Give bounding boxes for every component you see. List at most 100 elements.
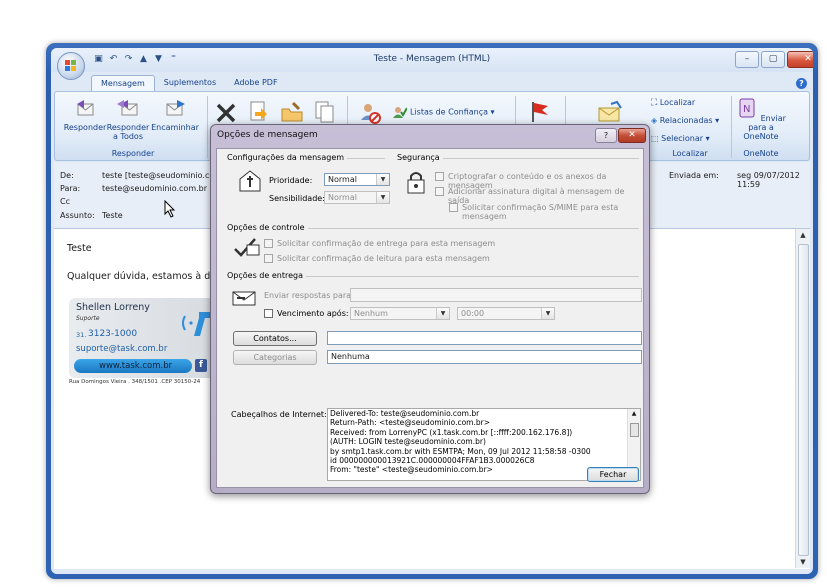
priority-value: Normal bbox=[328, 175, 357, 184]
window-controls: – ▢ ✕ bbox=[735, 51, 813, 68]
contacts-input[interactable] bbox=[327, 331, 642, 345]
create-rule-icon[interactable] bbox=[280, 100, 304, 124]
ribbon-separator bbox=[731, 96, 732, 158]
sent-label: Enviada em: bbox=[669, 171, 719, 180]
expires-date-value: Nenhum bbox=[354, 309, 388, 318]
select-button[interactable]: ⬚ Selecionar ▾ bbox=[651, 134, 710, 143]
up-arrow-icon[interactable]: ▲ bbox=[138, 54, 149, 65]
find-button[interactable]: ⛶ Localizar bbox=[651, 98, 695, 108]
signature-phone: 3123-1000 bbox=[88, 329, 138, 339]
categories-input[interactable]: Nenhuma bbox=[327, 350, 642, 364]
respond-group-label: Responder bbox=[111, 149, 155, 158]
related-icon: ◈ bbox=[651, 116, 658, 125]
reply-all-label: Responder a Todos bbox=[106, 123, 150, 141]
priority-label: Prioridade: bbox=[269, 176, 313, 185]
move-to-folder-icon[interactable] bbox=[247, 100, 269, 124]
read-receipt-label: Solicitar confirmação de leitura para es… bbox=[277, 254, 490, 263]
expires-checkbox[interactable] bbox=[264, 309, 273, 318]
smime-checkbox[interactable] bbox=[449, 203, 458, 212]
find-group-label: Localizar bbox=[672, 149, 708, 158]
scroll-down-icon[interactable]: ▼ bbox=[796, 556, 810, 568]
related-button[interactable]: ◈ Relacionadas ▾ bbox=[651, 116, 719, 125]
categories-button[interactable]: Categorias bbox=[233, 350, 317, 365]
send-replies-label: Enviar respostas para: bbox=[264, 291, 354, 300]
dialog-close-button[interactable]: ✕ bbox=[618, 128, 646, 143]
down-arrow-icon[interactable]: ▼ bbox=[153, 54, 164, 65]
find-label: Localizar bbox=[659, 98, 696, 107]
to-label: Para: bbox=[60, 184, 81, 193]
block-sender-icon[interactable] bbox=[359, 102, 381, 124]
vertical-scrollbar[interactable]: ▲ ▼ bbox=[795, 229, 810, 568]
expires-date-select[interactable]: Nenhum ▼ bbox=[350, 307, 450, 320]
dialog-client: Configurações da mensagem Prioridade: No… bbox=[216, 148, 644, 488]
close-button[interactable]: Fechar bbox=[587, 467, 639, 482]
onenote-icon: N bbox=[739, 98, 755, 118]
subject-value: Teste bbox=[102, 211, 123, 220]
office-button[interactable] bbox=[57, 52, 85, 80]
maximize-button[interactable]: ▢ bbox=[761, 51, 785, 68]
chevron-down-icon: ▼ bbox=[541, 308, 554, 319]
select-label: Selecionar bbox=[661, 134, 704, 143]
onenote-label: Enviar para a OneNote bbox=[743, 114, 786, 141]
customize-qat-icon[interactable]: ⁼ bbox=[168, 54, 179, 65]
redo-icon[interactable]: ↷ bbox=[123, 54, 134, 65]
message-options-dialog: Opções de mensagem ? ✕ Configurações da … bbox=[210, 124, 650, 494]
expires-time-value: 00:00 bbox=[461, 309, 485, 318]
expires-time-select[interactable]: 00:00 ▼ bbox=[457, 307, 555, 320]
header-line: Delivered-To: teste@seudominio.com.br bbox=[330, 409, 480, 418]
undo-icon[interactable]: ↶ bbox=[108, 54, 119, 65]
close-window-button[interactable]: ✕ bbox=[787, 51, 813, 68]
signature-address: Rua Domingos Vieira . 348/1501 .CEP 3015… bbox=[69, 379, 201, 385]
contacts-button[interactable]: Contatos... bbox=[233, 331, 317, 346]
reply-button[interactable]: Responder bbox=[63, 98, 107, 132]
scrollbar-thumb[interactable] bbox=[630, 423, 639, 437]
reply-all-button[interactable]: Responder a Todos bbox=[105, 98, 151, 141]
mouse-cursor-icon bbox=[164, 200, 176, 218]
dialog-title: Opções de mensagem bbox=[217, 130, 318, 140]
forward-button[interactable]: Encaminhar bbox=[151, 98, 199, 132]
sent-value: seg 09/07/2012 11:59 bbox=[737, 171, 800, 189]
encrypt-checkbox[interactable] bbox=[435, 172, 444, 181]
chevron-down-icon: ▼ bbox=[376, 192, 389, 203]
smime-label: Solicitar confirmação S/MIME para esta m… bbox=[462, 203, 619, 221]
mark-unread-icon[interactable] bbox=[597, 100, 623, 124]
expires-label: Vencimento após: bbox=[277, 309, 349, 318]
dialog-help-button[interactable]: ? bbox=[595, 128, 617, 143]
follow-up-flag-icon[interactable] bbox=[529, 100, 551, 124]
priority-select[interactable]: Normal ▼ bbox=[324, 173, 390, 186]
forward-label: Encaminhar bbox=[151, 123, 199, 132]
tracking-options-title: Opções de controle bbox=[227, 223, 308, 232]
save-icon[interactable]: ▣ bbox=[93, 54, 104, 65]
tab-adobe-pdf[interactable]: Adobe PDF bbox=[225, 75, 286, 91]
delivery-receipt-label: Solicitar confirmação de entrega para es… bbox=[277, 239, 496, 248]
sensitivity-select[interactable]: Normal ▼ bbox=[324, 191, 390, 204]
send-replies-input[interactable] bbox=[350, 288, 642, 302]
from-value[interactable]: teste [teste@seudominio.com. bbox=[102, 171, 225, 180]
signature-site[interactable]: www.task.com.br bbox=[99, 361, 172, 371]
help-icon[interactable]: ? bbox=[796, 78, 807, 89]
signature-email[interactable]: suporte@task.com.br bbox=[76, 344, 167, 354]
delete-icon[interactable] bbox=[215, 102, 237, 124]
scroll-up-icon[interactable]: ▲ bbox=[796, 229, 810, 241]
signature-phone-prefix: 31. bbox=[76, 331, 87, 339]
to-value[interactable]: teste@seudominio.com.br bbox=[102, 184, 207, 193]
subject-label: Assunto: bbox=[60, 211, 95, 220]
safe-lists-button[interactable]: Listas de Confiança ▾ bbox=[393, 106, 495, 118]
binoculars-icon: ⛶ bbox=[651, 98, 658, 108]
tab-suplementos[interactable]: Suplementos bbox=[155, 75, 225, 91]
select-icon: ⬚ bbox=[651, 134, 659, 143]
header-line: Return-Path: <teste@seudominio.com.br> bbox=[330, 418, 491, 428]
read-receipt-checkbox[interactable] bbox=[264, 254, 273, 263]
scrollbar-thumb[interactable] bbox=[798, 244, 809, 556]
digital-signature-checkbox[interactable] bbox=[435, 187, 444, 196]
related-label: Relacionadas bbox=[659, 116, 713, 125]
scroll-up-icon[interactable]: ▲ bbox=[628, 409, 640, 419]
facebook-icon[interactable]: f bbox=[195, 359, 207, 372]
minimize-button[interactable]: – bbox=[735, 51, 759, 68]
message-settings-icon bbox=[239, 170, 261, 192]
other-actions-icon[interactable] bbox=[313, 100, 337, 124]
send-to-onenote-button[interactable]: N Enviar para a OneNote bbox=[735, 98, 787, 141]
body-line-text: Qualquer dúvida, estamos à dis bbox=[67, 271, 218, 282]
tab-mensagem[interactable]: Mensagem bbox=[91, 75, 155, 92]
delivery-receipt-checkbox[interactable] bbox=[264, 239, 273, 248]
